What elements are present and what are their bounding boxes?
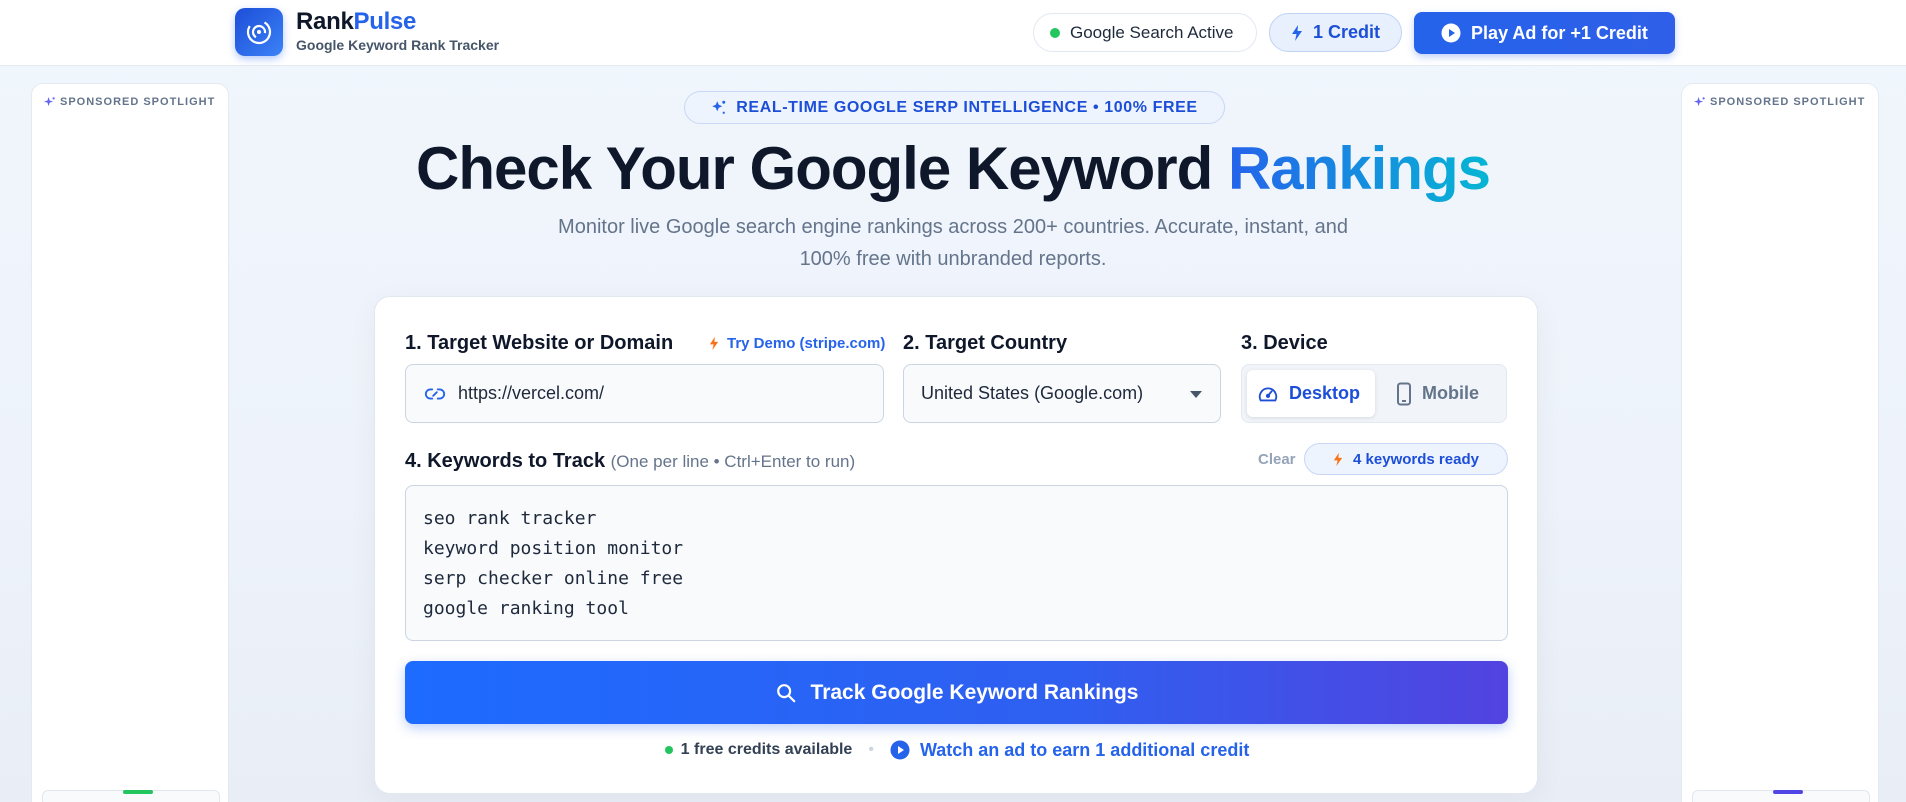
link-icon — [424, 388, 446, 399]
sparkle-icon — [44, 96, 55, 106]
chevron-down-icon — [1190, 391, 1202, 398]
credits-footer: 1 free credits available • Watch an ad t… — [375, 737, 1539, 763]
tracker-form-card: 1. Target Website or Domain Try Demo (st… — [374, 296, 1538, 794]
page-title-accent: Rankings — [1227, 135, 1491, 202]
country-label: 2. Target Country — [903, 332, 1068, 354]
brand-name-part2: Pulse — [353, 8, 417, 35]
watch-ad-label: Watch an ad to earn 1 additional credit — [919, 739, 1250, 760]
status-label: Google Search Active — [1070, 22, 1234, 42]
track-rankings-button[interactable]: Track Google Keyword Rankings — [405, 661, 1508, 724]
credits-dot-icon — [664, 746, 673, 754]
sponsored-label-text: SPONSORED SPOTLIGHT — [60, 96, 216, 108]
keywords-hint: (One per line • Ctrl+Enter to run) — [610, 452, 856, 471]
footer-separator: • — [868, 741, 874, 758]
keywords-ready-label: 4 keywords ready — [1353, 450, 1479, 468]
watch-ad-link[interactable]: Watch an ad to earn 1 additional credit — [890, 740, 1249, 761]
track-rankings-label: Track Google Keyword Rankings — [810, 680, 1139, 704]
website-input-value: https://vercel.com/ — [458, 383, 605, 403]
credits-available: 1 free credits available — [664, 741, 853, 759]
mobile-icon — [1397, 382, 1411, 405]
clear-keywords-button[interactable]: Clear — [1258, 451, 1296, 468]
hero-badge: REAL-TIME GOOGLE SERP INTELLIGENCE • 100… — [684, 91, 1225, 124]
bolt-icon — [1291, 24, 1302, 41]
sponsored-slot-left[interactable] — [42, 790, 220, 802]
sponsored-slot-right[interactable] — [1692, 790, 1870, 802]
play-ad-button[interactable]: Play Ad for +1 Credit — [1414, 12, 1675, 54]
keywords-ready-badge: 4 keywords ready — [1304, 443, 1508, 475]
page-title-main: Check Your Google Keyword — [415, 135, 1228, 202]
sparkle-icon — [1694, 96, 1705, 106]
page-subtitle: Monitor live Google search engine rankin… — [558, 216, 1348, 270]
website-input[interactable]: https://vercel.com/ — [405, 364, 884, 423]
play-icon — [890, 740, 910, 760]
credit-balance-pill[interactable]: 1 Credit — [1269, 13, 1402, 52]
top-header: RankPulse Google Keyword Rank Tracker Go… — [0, 0, 1906, 66]
country-select-value: United States (Google.com) — [921, 383, 1144, 403]
keywords-label: 4. Keywords to Track (One per line • Ctr… — [405, 450, 855, 473]
sponsored-slot-marker — [123, 790, 153, 794]
sponsored-slot-marker — [1773, 790, 1803, 794]
keywords-textarea[interactable]: seo rank tracker keyword position monito… — [405, 485, 1508, 641]
credit-label: 1 Credit — [1312, 22, 1381, 42]
brand-name: RankPulse — [296, 8, 499, 36]
credits-available-text: 1 free credits available — [680, 741, 853, 758]
country-select[interactable]: United States (Google.com) — [903, 364, 1221, 423]
speedometer-icon — [1258, 387, 1278, 401]
device-desktop-button[interactable]: Desktop — [1247, 370, 1375, 417]
device-toggle: Desktop Mobile — [1241, 364, 1507, 423]
logo-pulse-icon — [246, 19, 272, 45]
play-ad-label: Play Ad for +1 Credit — [1471, 22, 1648, 43]
page-title: Check Your Google Keyword Rankings — [0, 134, 1906, 204]
brand-block[interactable]: RankPulse Google Keyword Rank Tracker — [296, 8, 499, 53]
bolt-icon — [709, 336, 719, 351]
device-desktop-label: Desktop — [1289, 383, 1361, 403]
brand-subtitle: Google Keyword Rank Tracker — [296, 37, 500, 53]
status-dot-icon — [1050, 27, 1060, 38]
brand-name-part1: Rank — [296, 8, 354, 35]
device-label: 3. Device — [1241, 332, 1328, 354]
hero-badge-text: REAL-TIME GOOGLE SERP INTELLIGENCE • 100… — [736, 98, 1198, 116]
bolt-icon — [1333, 452, 1343, 466]
sponsored-label-left: SPONSORED SPOTLIGHT — [44, 96, 215, 108]
sparkle-icon — [712, 100, 726, 114]
sponsored-label-right: SPONSORED SPOTLIGHT — [1694, 96, 1865, 108]
website-label: 1. Target Website or Domain — [405, 332, 674, 354]
sponsored-label-text: SPONSORED SPOTLIGHT — [1710, 96, 1866, 108]
try-demo-link[interactable]: Try Demo (stripe.com) — [709, 335, 885, 352]
search-status-pill: Google Search Active — [1033, 13, 1257, 52]
keywords-label-text: 4. Keywords to Track — [405, 450, 606, 472]
search-icon — [776, 683, 795, 702]
play-icon — [1441, 23, 1461, 43]
device-mobile-label: Mobile — [1422, 383, 1479, 403]
device-mobile-button[interactable]: Mobile — [1382, 370, 1502, 417]
try-demo-label: Try Demo (stripe.com) — [727, 335, 886, 352]
brand-logo[interactable] — [235, 8, 283, 56]
